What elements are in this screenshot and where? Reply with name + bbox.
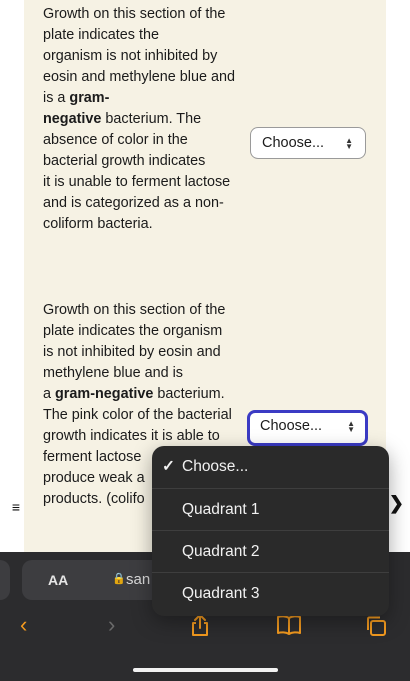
reader-options-button[interactable]: AA: [48, 572, 68, 588]
lock-icon: 🔒: [112, 573, 126, 585]
checkmark-icon: ✓: [162, 458, 175, 475]
bookmarks-icon[interactable]: [276, 614, 302, 642]
q1-line: absence of color in the: [43, 132, 188, 148]
q2-line: The pink color of the bacterial: [43, 407, 232, 423]
q1-line: coliform bacteria.: [43, 216, 153, 232]
chevron-right-icon: ❯: [388, 493, 404, 513]
q2-bold-text: gram-negative: [55, 386, 154, 402]
next-question-button[interactable]: ❯: [389, 493, 404, 514]
q1-line: eosin and methylene blue and: [43, 69, 236, 85]
q1-text: bacterium. The: [101, 111, 202, 127]
q1-text: is a: [43, 90, 70, 106]
dropdown-option[interactable]: Quadrant 1: [152, 488, 389, 530]
q2-line: plate indicates the organism: [43, 323, 223, 339]
q1-line: negative bacterium. The: [43, 109, 248, 130]
option-label: Choose...: [182, 458, 249, 475]
q2-line: a gram-negative bacterium.: [43, 384, 248, 405]
question-2-select[interactable]: Choose... ▲ ▼: [247, 410, 368, 446]
q1-line: is a gram-: [43, 88, 248, 109]
q1-line: organism is not inhibited by: [43, 48, 218, 64]
q2-text: bacterium.: [153, 386, 225, 402]
question-1-select[interactable]: Choose... ▲ ▼: [250, 127, 366, 159]
tabs-icon[interactable]: [364, 614, 388, 644]
tabs-icon-graphic: [367, 616, 386, 636]
bookmarks-icon-graphic: [277, 615, 301, 635]
share-icon[interactable]: [188, 612, 212, 644]
dropdown-menu: ✓ Choose... Quadrant 1 Quadrant 2 Quadra…: [152, 446, 389, 616]
select-value: Choose...: [260, 418, 323, 434]
q1-line: and is categorized as a non-: [43, 195, 224, 211]
tab-peek: [0, 560, 10, 600]
select-value: Choose...: [262, 135, 325, 151]
q2-text: a: [43, 386, 56, 402]
select-arrows-icon: ▲ ▼: [347, 418, 355, 434]
q1-line: bacterial growth indicates: [43, 153, 206, 169]
q1-line: it is unable to ferment lactose: [43, 174, 231, 190]
home-indicator: [133, 668, 278, 672]
option-label: Quadrant 1: [182, 501, 260, 518]
q2-line: methylene blue and is: [43, 365, 183, 381]
dropdown-option[interactable]: Quadrant 3: [152, 572, 389, 614]
q2-line: is not inhibited by eosin and: [43, 344, 221, 360]
question-list-button[interactable]: ≡: [0, 493, 32, 521]
dropdown-option[interactable]: Quadrant 2: [152, 530, 389, 572]
forward-icon[interactable]: ›: [108, 612, 115, 638]
q2-line: Growth on this section of the: [43, 302, 226, 318]
q2-line: growth indicates it is able to: [43, 428, 220, 444]
list-icon: ≡: [11, 499, 21, 515]
question-1-text: Growth on this section of the plate indi…: [43, 4, 248, 235]
back-icon[interactable]: ‹: [20, 612, 27, 638]
option-label: Quadrant 3: [182, 585, 260, 602]
q1-line: plate indicates the: [43, 27, 160, 43]
q1-bold-text: negative: [43, 111, 102, 127]
select-arrows-icon: ▲ ▼: [345, 135, 353, 151]
q1-line: Growth on this section of the: [43, 6, 226, 22]
q1-bold-text: gram-: [69, 90, 110, 106]
dropdown-option[interactable]: ✓ Choose...: [152, 446, 389, 488]
url-text: san: [126, 571, 151, 588]
option-label: Quadrant 2: [182, 543, 260, 560]
